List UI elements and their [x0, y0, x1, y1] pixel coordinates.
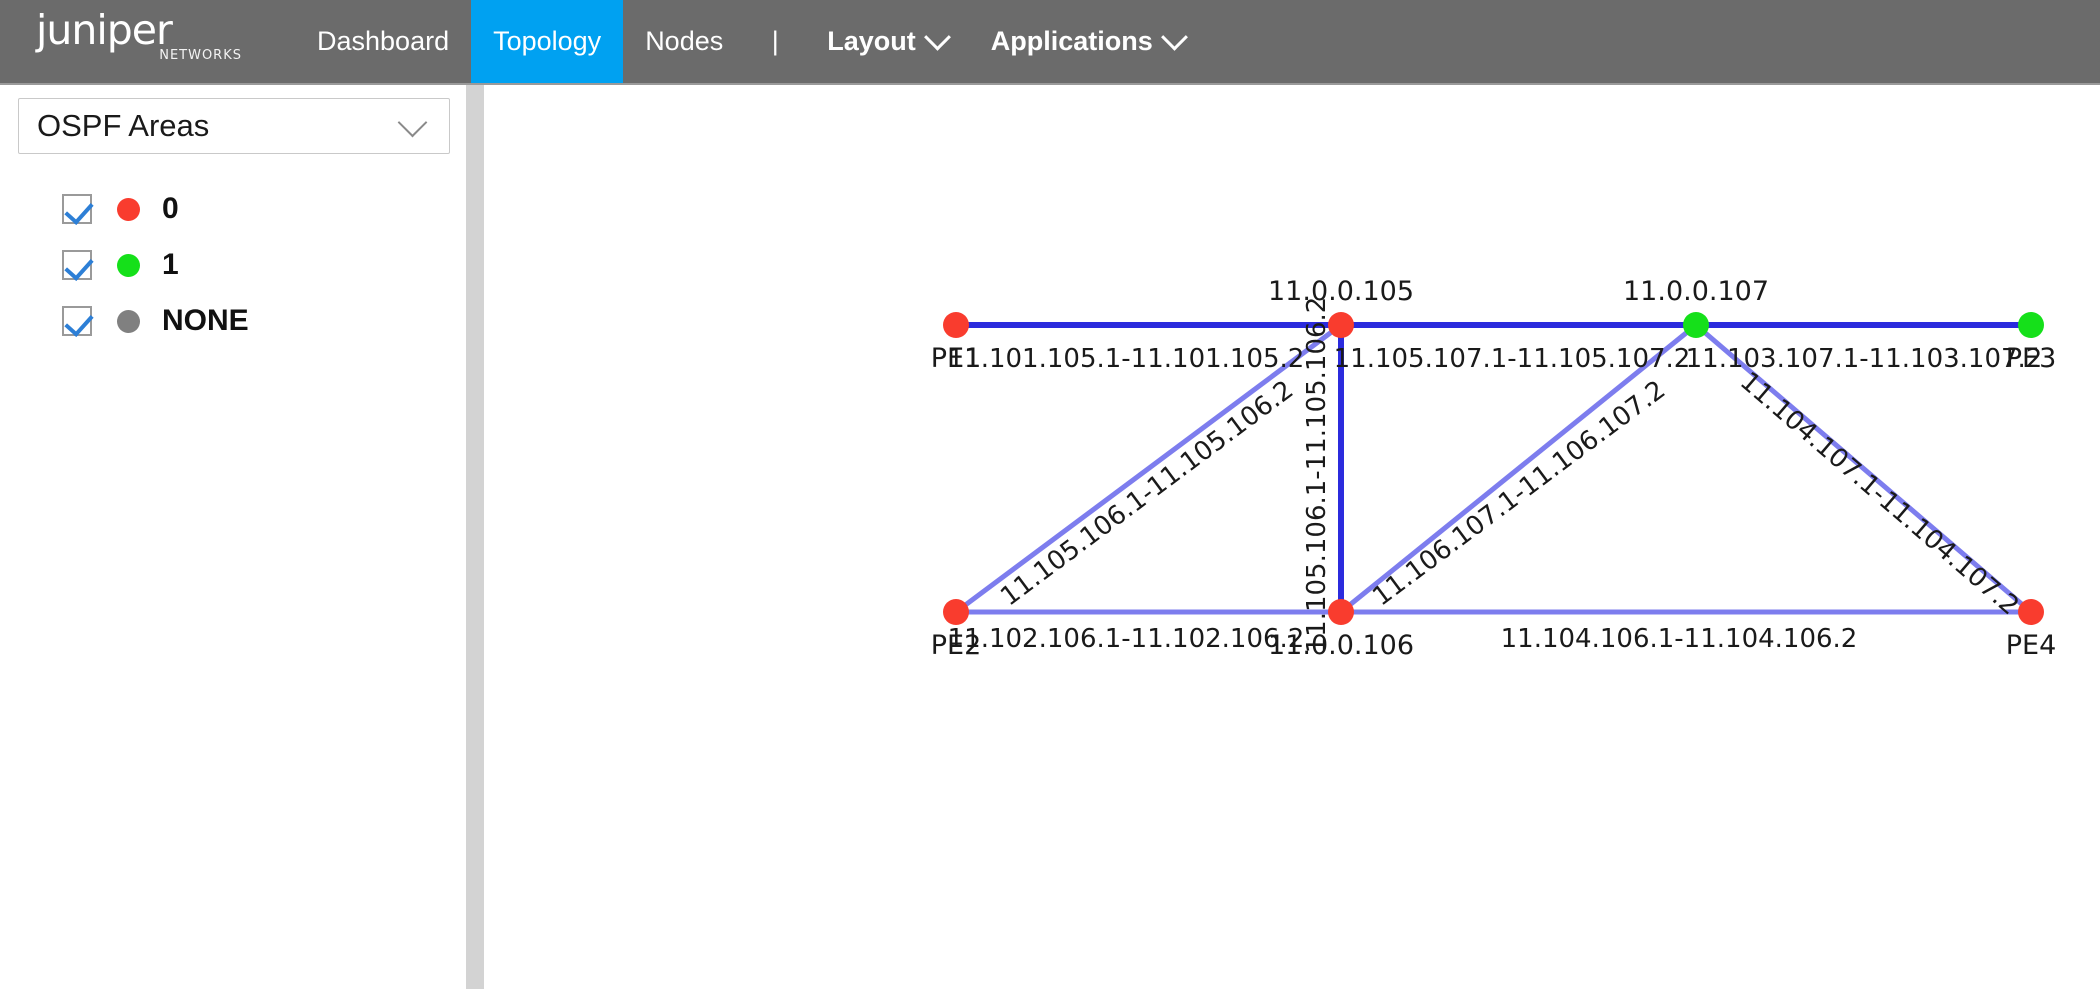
- topology-link-label: 11.101.105.1-11.101.105.2: [948, 344, 1305, 374]
- ospf-areas-select-value: OSPF Areas: [37, 108, 210, 143]
- topology-link-label: 11.105.106.1-11.105.106.2: [1302, 297, 1332, 654]
- topology-node[interactable]: [943, 312, 969, 338]
- link-labels-layer: 11.101.105.1-11.101.105.2 11.105.107.1-11…: [948, 297, 2043, 654]
- topology-node-label: PE4: [2006, 630, 2057, 661]
- legend-color-dot-area-none: [117, 309, 140, 333]
- ospf-area-legend: 0 1 NONE: [62, 181, 249, 349]
- nav-item-nodes-label: Nodes: [645, 26, 724, 56]
- topology-link-label: 11.104.106.1-11.104.106.2: [1501, 624, 1858, 654]
- legend-label-area-0: 0: [162, 192, 179, 225]
- topology-node-label: PE3: [2006, 343, 2057, 374]
- legend-color-dot-area-0: [117, 197, 140, 221]
- legend-item-area-1[interactable]: 1: [62, 237, 249, 293]
- topology-link-label: 11.105.107.1-11.105.107.2: [1334, 344, 1691, 374]
- topology-node[interactable]: [1683, 312, 1709, 338]
- topology-node-label: 11.0.0.105: [1268, 276, 1414, 307]
- topology-node[interactable]: [1328, 599, 1354, 625]
- nav-item-dashboard[interactable]: Dashboard: [295, 0, 471, 83]
- topology-link-label: 11.103.107.1-11.103.107.2: [1686, 344, 2043, 374]
- node-labels-layer: PE1 11.0.0.105 11.0.0.107 PE3 PE2 11.0.0.106 P…: [931, 276, 2057, 661]
- topology-node-label: PE1: [931, 343, 982, 374]
- chevron-down-icon: [397, 107, 428, 137]
- topology-node[interactable]: [1328, 312, 1354, 338]
- nav-item-nodes[interactable]: Nodes: [623, 0, 745, 83]
- topology-node-label: PE2: [931, 630, 982, 661]
- topology-link-label: 11.106.107.1-11.106.107.2: [1367, 375, 1671, 612]
- topology-graph: 11.101.105.1-11.101.105.2 11.105.107.1-11…: [931, 276, 2057, 661]
- legend-checkbox-area-0[interactable]: [62, 194, 92, 224]
- topology-node-label: 11.0.0.107: [1623, 276, 1769, 307]
- nav-menu-applications[interactable]: Applications: [969, 0, 1206, 83]
- nav-item-dashboard-label: Dashboard: [317, 26, 450, 56]
- logo-subwordmark: NETWORKS: [159, 48, 242, 63]
- topology-link-label: 11.102.106.1-11.102.106.2: [948, 624, 1305, 654]
- nav-item-topology-label: Topology: [493, 26, 602, 56]
- chevron-down-icon: [923, 23, 951, 51]
- topology-canvas[interactable]: 11.101.105.1-11.101.105.2 11.105.107.1-11…: [484, 85, 2100, 989]
- nav-menu-layout-label: Layout: [827, 26, 916, 56]
- topology-node[interactable]: [2018, 312, 2044, 338]
- topology-link-label: 11.104.107.1-11.104.107.2: [1734, 366, 2024, 621]
- legend-checkbox-area-none[interactable]: [62, 306, 92, 336]
- top-navbar: juniper NETWORKS Dashboard Topology Node…: [0, 0, 2100, 85]
- topology-node[interactable]: [2018, 599, 2044, 625]
- ospf-areas-select[interactable]: OSPF Areas: [18, 98, 450, 154]
- topology-link-label: 11.105.106.1-11.105.106.2: [995, 375, 1299, 612]
- legend-label-area-none: NONE: [162, 304, 249, 337]
- nav-menu-applications-label: Applications: [990, 26, 1153, 56]
- legend-label-area-1: 1: [162, 248, 179, 281]
- left-sidebar: OSPF Areas 0 1 NONE: [0, 85, 466, 989]
- app-root: juniper NETWORKS Dashboard Topology Node…: [0, 0, 2100, 989]
- legend-color-dot-area-1: [117, 253, 140, 277]
- chevron-down-icon: [1160, 23, 1188, 51]
- legend-checkbox-area-1[interactable]: [62, 250, 92, 280]
- nav-separator: |: [771, 26, 779, 56]
- nav-item-topology[interactable]: Topology: [471, 0, 624, 83]
- logo-wordmark: juniper: [36, 6, 173, 54]
- nav-items: Dashboard Topology Nodes | Layout Applic…: [295, 0, 1206, 83]
- legend-item-area-0[interactable]: 0: [62, 181, 249, 237]
- legend-item-area-none[interactable]: NONE: [62, 293, 249, 349]
- nav-menu-layout[interactable]: Layout: [805, 0, 969, 83]
- topology-node[interactable]: [943, 599, 969, 625]
- topology-node-label: 11.0.0.106: [1268, 630, 1414, 661]
- panel-divider: [466, 85, 484, 989]
- juniper-logo[interactable]: juniper NETWORKS: [36, 8, 246, 76]
